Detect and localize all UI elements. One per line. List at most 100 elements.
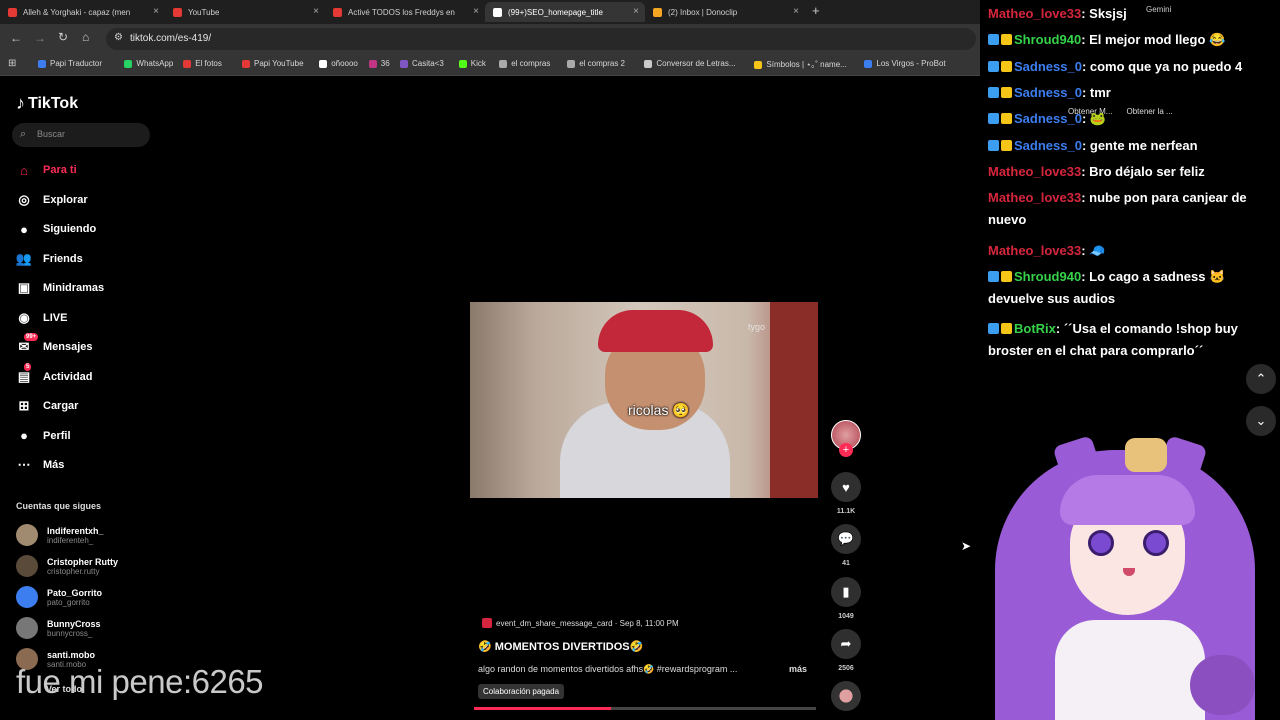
friends-icon: 👥 [15,250,33,266]
vtuber-toast-icon [1125,438,1167,472]
home-browser-icon[interactable]: ⌂ [82,30,89,44]
tab-close-icon[interactable]: × [633,6,639,17]
site-info-icon[interactable]: ⚙ [114,32,123,43]
chat-username[interactable]: Shroud940 [1014,32,1081,47]
share-action[interactable]: ➦ 2506 [830,629,862,672]
bookmark-favicon-icon [644,59,653,68]
sidebar-item-perfil[interactable]: ● Perfil [15,427,71,445]
sidebar-item-para-ti[interactable]: ⌂ Para ti [15,161,77,179]
followed-account[interactable]: Pato_Gorrito pato_gorrito [16,586,102,608]
bookmark-item[interactable]: El fotos [183,59,222,68]
sidebar-item-explorar[interactable]: ◎ Explorar [15,191,87,209]
account-name: Indiferentxh_ [47,525,104,536]
bookmark-item[interactable]: Papi Traductor [38,59,102,68]
address-bar[interactable]: ⚙ tiktok.com/es-419/ [106,28,976,50]
role-badge-icon [1001,113,1012,125]
more-link[interactable]: más [789,664,807,674]
sidebar-item-minidramas[interactable]: ▣ Minidramas [15,279,104,297]
followed-account[interactable]: BunnyCross bunnycross_ [16,617,101,639]
chat-message: Matheo_love33: 🧢 [988,240,1280,262]
tab-close-icon[interactable]: × [153,6,159,17]
bookmark-label: el compras [511,59,551,68]
video-progress-track[interactable] [474,707,816,710]
bookmark-favicon-icon [754,60,763,69]
bookmark-item[interactable]: oñoooo [319,59,358,68]
sidebar-item-live[interactable]: ◉ LIVE [15,309,67,327]
browser-tab[interactable]: Alleh & Yorghaki - capaz (men × [0,2,165,22]
browser-tab[interactable]: (99+)SEO_homepage_title × [485,2,645,22]
chat-username[interactable]: Matheo_love33 [988,164,1081,179]
sidebar-item-friends[interactable]: 👥 Friends [15,250,83,268]
followed-account[interactable]: Indiferentxh_ indiferenteh_ [16,524,104,546]
save-action[interactable]: ▮ 1049 [830,577,862,620]
browser-tab[interactable]: YouTube × [165,2,325,22]
chat-username[interactable]: Matheo_love33 [988,6,1081,21]
tiktok-logo[interactable]: ♪ TikTok [16,93,78,114]
bookmark-label: el compras 2 [579,59,625,68]
heart-icon[interactable]: ♥ [831,472,861,502]
bookmark-item[interactable]: el compras 2 [567,59,625,68]
apps-grid-icon[interactable]: ⊞ [8,58,16,69]
sidebar-item-cargar[interactable]: ⊞ Cargar [15,397,79,415]
browser-tab[interactable]: Activé TODOS los Freddys en × [325,2,485,22]
bookmark-item[interactable]: Símbolos | ⋆｡˚ name... [754,59,847,70]
sidebar-item-label: Perfil [43,429,71,442]
chat-username[interactable]: Matheo_love33 [988,190,1081,205]
browser-tab[interactable]: (2) Inbox | Donoclip × [645,2,805,22]
chat-message: Sadness_0: gente me nerfean [988,135,1280,157]
tab-label: (99+)SEO_homepage_title [508,7,603,17]
reload-icon[interactable]: ↻ [58,30,68,44]
account-handle: indiferenteh_ [47,535,94,545]
chat-username[interactable]: Sadness_0 [1014,111,1082,126]
sound-disc[interactable] [830,681,862,711]
sidebar-item-siguiendo[interactable]: ● Siguiendo [15,220,96,238]
tab-favicon-icon [8,7,17,17]
bookmark-favicon-icon [242,59,250,68]
scroll-up-button[interactable]: ⌃ [1246,364,1276,394]
comment-action[interactable]: 💬 41 [830,524,862,567]
platform-badge-icon [988,139,999,151]
follow-plus-icon[interactable]: + [839,443,853,457]
bookmark-icon[interactable]: ▮ [831,577,861,607]
sidebar-item-label: Siguiendo [43,223,97,235]
bookmark-item[interactable]: Conversor de Letras... [644,59,736,68]
chat-message: Matheo_love33: nube pon para canjear de … [988,187,1280,231]
account-handle: cristopher.rutty [47,566,100,576]
bookmark-item[interactable]: el compras [499,59,550,68]
sidebar-item-actividad[interactable]: ▤ Actividad 5 [15,362,93,386]
chat-username[interactable]: Shroud940 [1014,269,1081,284]
sidebar-item-label: Friends [43,252,83,265]
chat-message: Sadness_0: 🐸 [988,108,1280,130]
followed-account[interactable]: Cristopher Rutty cristopher.rutty [16,555,118,577]
creator-avatar-action[interactable]: + [830,420,862,457]
sidebar-item-m-s[interactable]: ⋯ Más [15,456,65,474]
chat-username[interactable]: BotRix [1014,321,1056,336]
search-input[interactable]: ⌕ Buscar [12,123,150,147]
chat-username[interactable]: Sadness_0 [1014,59,1082,74]
video-player[interactable]: tygo ricolas 🥺 [470,302,818,498]
tab-close-icon[interactable]: × [313,6,319,17]
sound-disc-icon[interactable] [831,681,861,711]
chat-message: Shroud940: El mejor mod llego 😂 [988,29,1280,51]
bookmark-item[interactable]: Casita<3 [400,59,444,68]
like-action[interactable]: ♥ 11.1K [830,472,862,515]
chat-username[interactable]: Sadness_0 [1014,138,1082,153]
bookmark-item[interactable]: Kick [458,59,486,68]
bookmark-item[interactable]: Los Virgos - ProBot [864,59,946,68]
back-icon[interactable]: ← [10,31,22,45]
tab-close-icon[interactable]: × [473,6,479,17]
bookmark-item[interactable]: 36 [368,59,390,68]
more-icon: ⋯ [17,457,31,472]
tab-close-icon[interactable]: × [793,6,799,17]
bookmark-item[interactable]: WhatsApp [124,59,173,68]
new-tab-button[interactable]: + [812,3,820,18]
bookmark-label: Papi YouTube [254,59,304,68]
forward-icon[interactable]: → [34,31,46,45]
sidebar-item-mensajes[interactable]: ✉ Mensajes 99+ [15,333,93,356]
chat-username[interactable]: Matheo_love33 [988,243,1081,258]
bookmark-item[interactable]: Papi YouTube [242,59,304,68]
share-icon[interactable]: ➦ [831,629,861,659]
share-line: event_dm_share_message_card · Sep 8, 11:… [482,618,679,628]
comment-icon[interactable]: 💬 [831,524,861,554]
chat-username[interactable]: Sadness_0 [1014,85,1082,100]
